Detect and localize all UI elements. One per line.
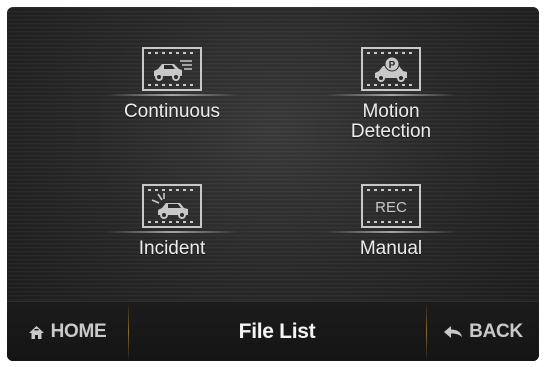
back-button[interactable]: BACK xyxy=(427,302,539,361)
home-button[interactable]: HOME xyxy=(7,302,127,361)
motion-detection-label: Motion Detection xyxy=(350,101,432,142)
back-arrow-icon xyxy=(443,325,463,339)
car-speed-icon xyxy=(142,47,202,91)
svg-text:P: P xyxy=(389,60,396,71)
bottom-bar: HOME File List BACK xyxy=(7,301,539,361)
incident-underline xyxy=(107,231,237,233)
continuous-underline xyxy=(107,94,237,96)
rec-icon-text: REC xyxy=(375,199,407,216)
manual-label: Manual xyxy=(359,238,423,259)
incident-label: Incident xyxy=(138,238,206,259)
continuous-label: Continuous xyxy=(123,101,221,122)
home-label: HOME xyxy=(50,321,107,342)
file-list-panel: Continuous P Motion Detection Incident R… xyxy=(7,7,539,361)
rec-icon: REC xyxy=(361,184,421,228)
motion-detection-underline xyxy=(326,94,456,96)
car-impact-icon xyxy=(142,184,202,228)
back-label: BACK xyxy=(469,321,523,342)
home-icon xyxy=(28,325,45,340)
car-parking-icon: P xyxy=(361,47,421,91)
page-title: File List xyxy=(238,320,316,343)
manual-underline xyxy=(326,231,456,233)
screen: Continuous P Motion Detection Incident R… xyxy=(0,0,546,367)
